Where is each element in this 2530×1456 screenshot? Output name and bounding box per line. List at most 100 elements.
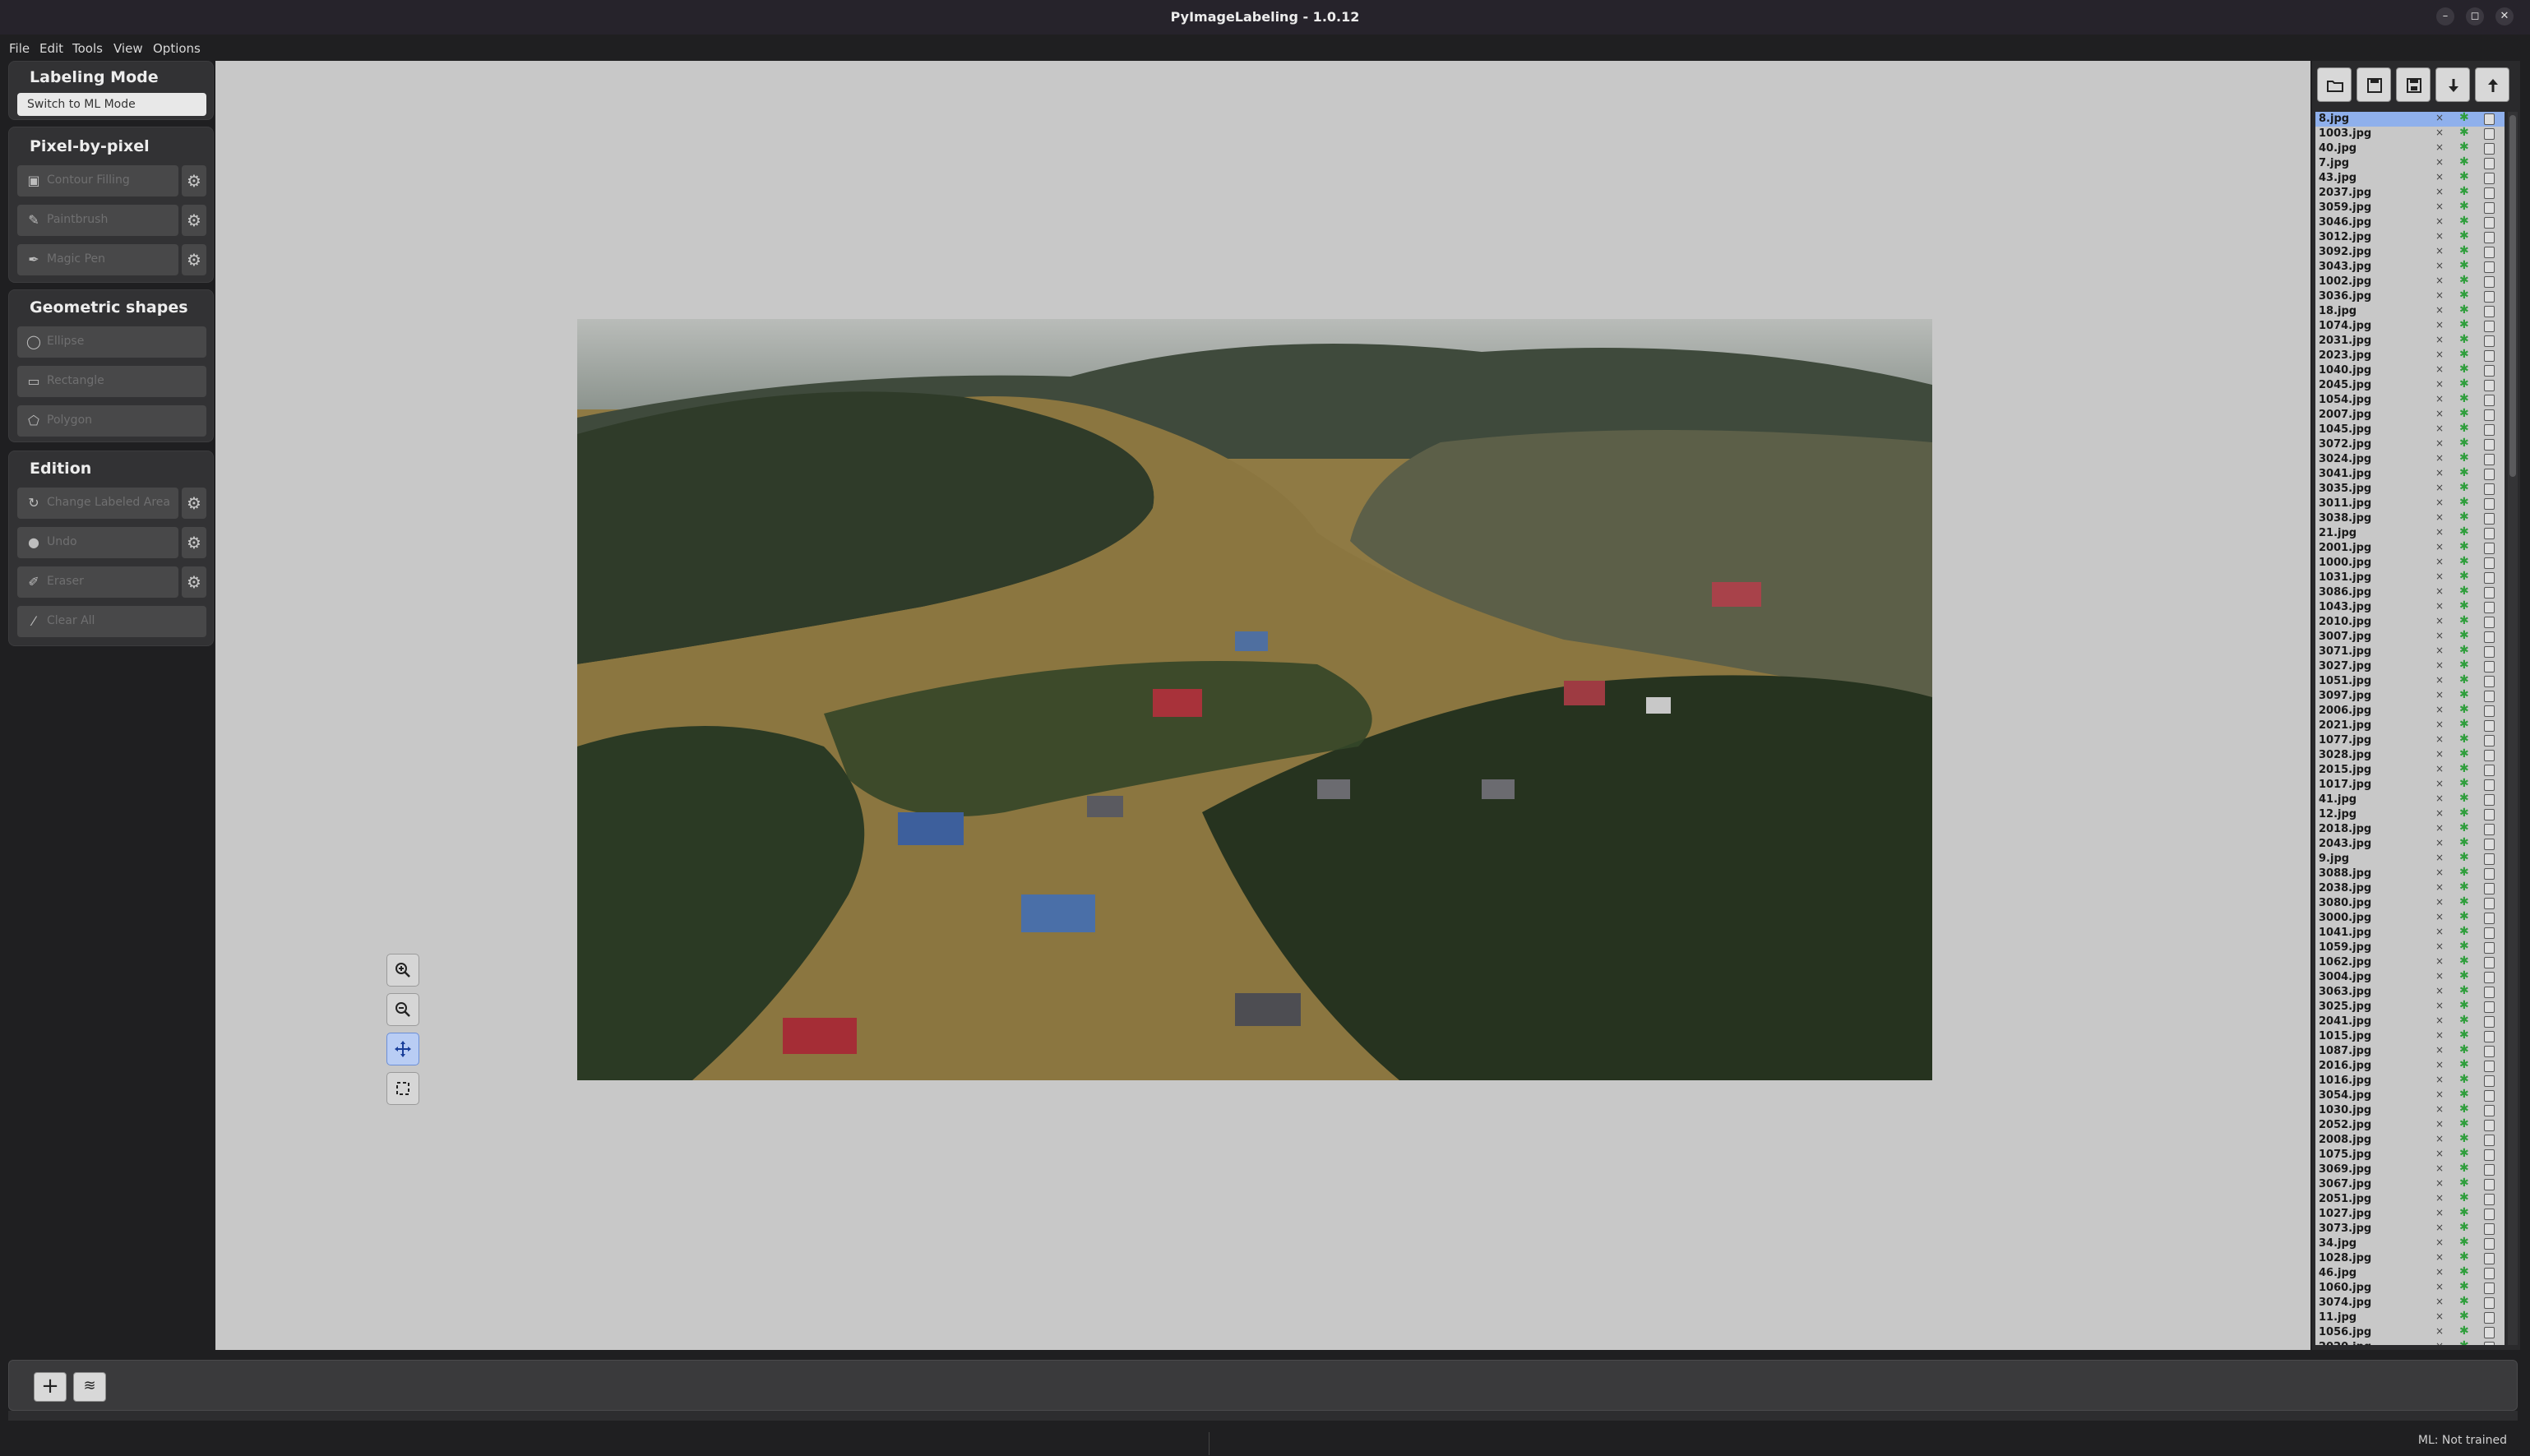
menu-tools[interactable]: Tools — [72, 41, 103, 56]
file-row[interactable]: 1041.jpg × ✱ — [2315, 925, 2505, 941]
remove-file-icon[interactable]: × — [2435, 423, 2444, 434]
paintbrush-settings-gear-icon[interactable]: ⚙ — [182, 205, 206, 236]
file-checkbox[interactable] — [2484, 898, 2495, 909]
file-checkbox[interactable] — [2484, 1135, 2495, 1146]
file-row[interactable]: 3007.jpg × ✱ — [2315, 629, 2505, 645]
file-row[interactable]: 1028.jpg × ✱ — [2315, 1250, 2505, 1266]
eraser-settings-gear-icon[interactable]: ⚙ — [182, 566, 206, 598]
file-checkbox[interactable] — [2484, 839, 2495, 850]
file-row[interactable]: 21.jpg × ✱ — [2315, 525, 2505, 541]
file-checkbox[interactable] — [2484, 1253, 2495, 1264]
remove-file-icon[interactable]: × — [2435, 319, 2444, 330]
file-row[interactable]: 3024.jpg × ✱ — [2315, 451, 2505, 467]
file-row[interactable]: 3028.jpg × ✱ — [2315, 747, 2505, 763]
file-checkbox[interactable] — [2484, 1283, 2495, 1294]
remove-file-icon[interactable]: × — [2435, 793, 2444, 804]
remove-file-icon[interactable]: × — [2435, 141, 2444, 153]
file-checkbox[interactable] — [2484, 1327, 2495, 1338]
file-row[interactable]: 3025.jpg × ✱ — [2315, 999, 2505, 1015]
remove-file-icon[interactable]: × — [2435, 689, 2444, 700]
menu-options[interactable]: Options — [153, 41, 201, 56]
file-row[interactable]: 3072.jpg × ✱ — [2315, 437, 2505, 452]
file-row[interactable]: 3092.jpg × ✱ — [2315, 244, 2505, 260]
ellipse-button[interactable]: ◯ Ellipse — [17, 326, 206, 358]
file-row[interactable]: 1045.jpg × ✱ — [2315, 422, 2505, 437]
remove-file-icon[interactable]: × — [2435, 1192, 2444, 1204]
file-checkbox[interactable] — [2484, 483, 2495, 495]
remove-file-icon[interactable]: × — [2435, 289, 2444, 301]
remove-file-icon[interactable]: × — [2435, 1177, 2444, 1189]
remove-file-icon[interactable]: × — [2435, 497, 2444, 508]
layers-button[interactable]: ≋ — [73, 1372, 106, 1402]
remove-file-icon[interactable]: × — [2435, 571, 2444, 582]
file-checkbox[interactable] — [2484, 1297, 2495, 1309]
reset-view-button[interactable] — [386, 1072, 419, 1105]
remove-file-icon[interactable]: × — [2435, 985, 2444, 996]
file-row[interactable]: 2041.jpg × ✱ — [2315, 1014, 2505, 1029]
polygon-button[interactable]: ⬠ Polygon — [17, 405, 206, 437]
flood-aerial-photo[interactable] — [577, 319, 1932, 1080]
file-row[interactable]: 2020.jpg × ✱ — [2315, 1339, 2505, 1345]
remove-file-icon[interactable]: × — [2435, 911, 2444, 922]
remove-file-icon[interactable]: × — [2435, 1118, 2444, 1130]
file-row[interactable]: 1017.jpg × ✱ — [2315, 777, 2505, 793]
file-row[interactable]: 1015.jpg × ✱ — [2315, 1028, 2505, 1044]
add-label-button[interactable]: + — [34, 1372, 67, 1402]
file-row[interactable]: 1054.jpg × ✱ — [2315, 392, 2505, 408]
file-row[interactable]: 9.jpg × ✱ — [2315, 851, 2505, 867]
file-row[interactable]: 1027.jpg × ✱ — [2315, 1206, 2505, 1222]
file-row[interactable]: 8.jpg × ✱ — [2315, 112, 2505, 127]
file-checkbox[interactable] — [2484, 587, 2495, 599]
file-row[interactable]: 3036.jpg × ✱ — [2315, 289, 2505, 304]
file-row[interactable]: 2008.jpg × ✱ — [2315, 1132, 2505, 1148]
remove-file-icon[interactable]: × — [2435, 704, 2444, 715]
file-row[interactable]: 1030.jpg × ✱ — [2315, 1102, 2505, 1118]
close-icon[interactable]: ✕ — [2495, 7, 2514, 25]
file-checkbox[interactable] — [2484, 261, 2495, 273]
save-button[interactable] — [2357, 67, 2391, 102]
file-row[interactable]: 2006.jpg × ✱ — [2315, 703, 2505, 719]
file-checkbox[interactable] — [2484, 232, 2495, 243]
file-row[interactable]: 1059.jpg × ✱ — [2315, 940, 2505, 955]
file-row[interactable]: 3041.jpg × ✱ — [2315, 466, 2505, 482]
file-row[interactable]: 2018.jpg × ✱ — [2315, 821, 2505, 837]
file-row[interactable]: 1051.jpg × ✱ — [2315, 673, 2505, 689]
remove-file-icon[interactable]: × — [2435, 1089, 2444, 1100]
remove-file-icon[interactable]: × — [2435, 1029, 2444, 1041]
remove-file-icon[interactable]: × — [2435, 585, 2444, 597]
file-row[interactable]: 3063.jpg × ✱ — [2315, 984, 2505, 1000]
file-row[interactable]: 18.jpg × ✱ — [2315, 303, 2505, 319]
zoom-in-button[interactable] — [386, 954, 419, 987]
remove-file-icon[interactable]: × — [2435, 1207, 2444, 1218]
remove-file-icon[interactable]: × — [2435, 733, 2444, 745]
file-row[interactable]: 3074.jpg × ✱ — [2315, 1295, 2505, 1310]
file-list[interactable]: 8.jpg × ✱ 1003.jpg × ✱ 40.jpg × ✱ 7.jpg × ✱ 43.jpg × ✱… — [2315, 112, 2505, 1345]
remove-file-icon[interactable]: × — [2435, 112, 2444, 123]
file-row[interactable]: 1031.jpg × ✱ — [2315, 570, 2505, 585]
file-checkbox[interactable] — [2484, 1061, 2495, 1072]
file-row[interactable]: 1000.jpg × ✱ — [2315, 555, 2505, 571]
file-checkbox[interactable] — [2484, 1209, 2495, 1220]
remove-file-icon[interactable]: × — [2435, 1281, 2444, 1292]
previous-file-button[interactable] — [2475, 67, 2509, 102]
file-checkbox[interactable] — [2484, 1046, 2495, 1057]
file-row[interactable]: 3000.jpg × ✱ — [2315, 910, 2505, 926]
remove-file-icon[interactable]: × — [2435, 378, 2444, 390]
remove-file-icon[interactable]: × — [2435, 763, 2444, 774]
file-checkbox[interactable] — [2484, 779, 2495, 791]
image-canvas[interactable] — [215, 61, 2310, 1350]
file-checkbox[interactable] — [2484, 824, 2495, 835]
file-checkbox[interactable] — [2484, 1090, 2495, 1102]
remove-file-icon[interactable]: × — [2435, 630, 2444, 641]
zoom-out-button[interactable] — [386, 993, 419, 1026]
file-checkbox[interactable] — [2484, 1016, 2495, 1028]
file-checkbox[interactable] — [2484, 631, 2495, 643]
file-row[interactable]: 2016.jpg × ✱ — [2315, 1058, 2505, 1074]
file-checkbox[interactable] — [2484, 513, 2495, 525]
file-row[interactable]: 2038.jpg × ✱ — [2315, 881, 2505, 896]
file-checkbox[interactable] — [2484, 498, 2495, 510]
horizontal-scrollbar[interactable] — [8, 1411, 2518, 1421]
file-row[interactable]: 2052.jpg × ✱ — [2315, 1117, 2505, 1133]
remove-file-icon[interactable]: × — [2435, 1325, 2444, 1337]
file-checkbox[interactable] — [2484, 735, 2495, 746]
